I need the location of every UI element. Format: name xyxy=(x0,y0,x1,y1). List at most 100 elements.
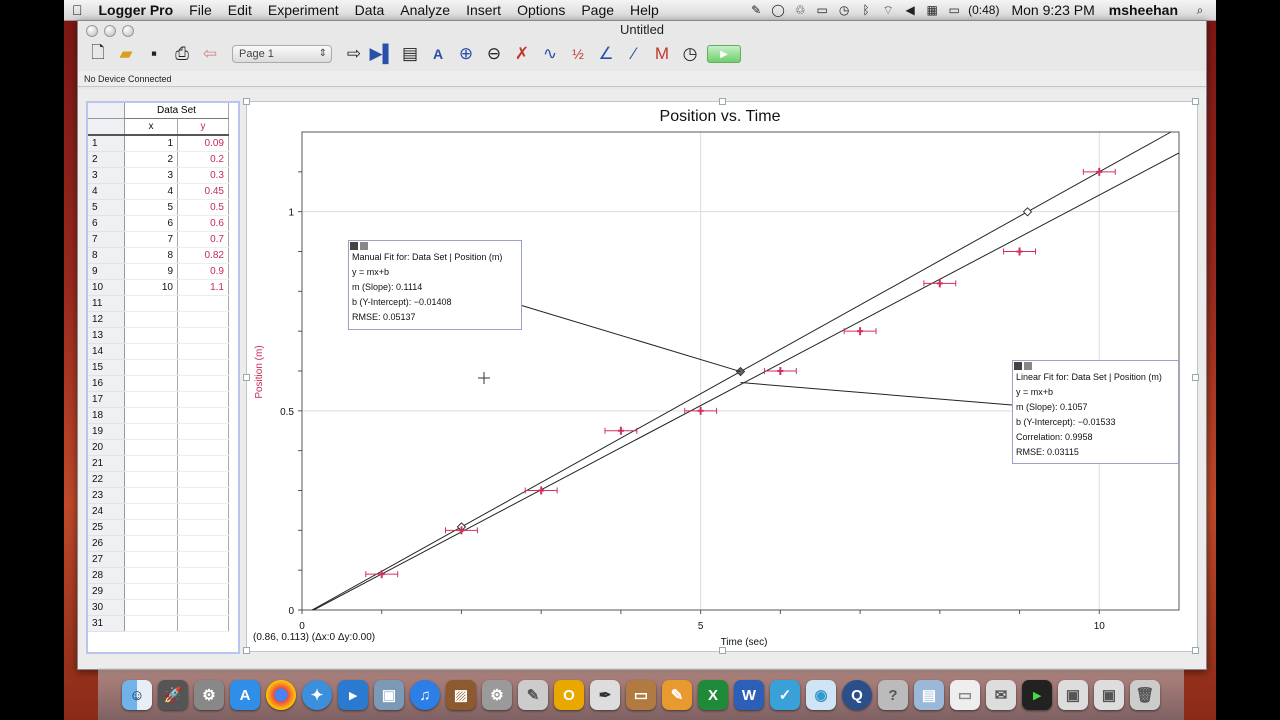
table-row[interactable]: 8 8 0.82 xyxy=(88,247,229,264)
cell-x[interactable] xyxy=(124,423,178,440)
cell-y[interactable] xyxy=(177,455,229,472)
menu-analyze[interactable]: Analyze xyxy=(392,2,458,18)
cell-y[interactable] xyxy=(177,423,229,440)
open-folder-icon[interactable]: ▰ xyxy=(115,43,137,65)
cell-x[interactable] xyxy=(124,471,178,488)
table-row[interactable]: 19 xyxy=(88,423,229,440)
cell-x[interactable]: 5 xyxy=(124,199,178,216)
menu-edit[interactable]: Edit xyxy=(220,2,260,18)
keynote-icon[interactable]: ▭ xyxy=(626,680,656,710)
graph-pane[interactable]: Position vs. Time Time (sec) Position (m… xyxy=(243,98,1199,654)
table-row[interactable]: 30 xyxy=(88,599,229,616)
cell-x[interactable] xyxy=(124,519,178,536)
menu-insert[interactable]: Insert xyxy=(458,2,509,18)
table-row[interactable]: 21 xyxy=(88,455,229,472)
cell-y[interactable]: 0.7 xyxy=(177,231,229,248)
stopwatch-icon[interactable]: ◷ xyxy=(679,43,701,65)
cell-y[interactable]: 0.82 xyxy=(177,247,229,264)
cell-x[interactable]: 6 xyxy=(124,215,178,232)
cell-x[interactable] xyxy=(124,327,178,344)
cell-y[interactable]: 0.6 xyxy=(177,215,229,232)
table-row[interactable]: 28 xyxy=(88,567,229,584)
capture-icon[interactable]: ◉ xyxy=(806,680,836,710)
next-page-icon[interactable]: ⇨ xyxy=(343,43,365,65)
preview-icon[interactable]: ▣ xyxy=(374,680,404,710)
window-thumbnail-icon[interactable]: ▣ xyxy=(1058,680,1088,710)
menu-experiment[interactable]: Experiment xyxy=(260,2,347,18)
menu-data[interactable]: Data xyxy=(347,2,393,18)
system-preferences-icon[interactable]: ⚙ xyxy=(194,680,224,710)
menu-help[interactable]: Help xyxy=(622,2,667,18)
window-thumbnail-icon[interactable]: ▣ xyxy=(1094,680,1124,710)
cell-y[interactable] xyxy=(177,567,229,584)
column-header-x[interactable]: x xyxy=(124,118,178,136)
autoscale-icon[interactable]: A xyxy=(427,43,449,65)
close-icon[interactable] xyxy=(1014,362,1022,370)
cell-x[interactable] xyxy=(124,599,178,616)
cell-x[interactable] xyxy=(124,311,178,328)
terminal-icon[interactable]: ▸ xyxy=(1022,680,1052,710)
cell-x[interactable] xyxy=(124,343,178,360)
cell-x[interactable] xyxy=(124,535,178,552)
menubar-user[interactable]: msheehan xyxy=(1109,2,1178,18)
menu-options[interactable]: Options xyxy=(509,2,573,18)
cell-x[interactable] xyxy=(124,551,178,568)
cell-y[interactable] xyxy=(177,295,229,312)
pen-icon[interactable]: ✎ xyxy=(748,3,764,17)
manual-fit-box[interactable]: Manual Fit for: Data Set | Position (m) … xyxy=(348,240,522,330)
cell-y[interactable] xyxy=(177,615,229,632)
notes-app-icon[interactable]: ✓ xyxy=(770,680,800,710)
finder-icon[interactable]: ☺ xyxy=(122,680,152,710)
table-row[interactable]: 15 xyxy=(88,359,229,376)
utilities-icon[interactable]: ⚙ xyxy=(482,680,512,710)
chat-icon[interactable]: ◯ xyxy=(770,3,786,17)
table-row[interactable]: 17 xyxy=(88,391,229,408)
table-row[interactable]: 24 xyxy=(88,503,229,520)
cell-x[interactable] xyxy=(124,503,178,520)
options-icon[interactable] xyxy=(1024,362,1032,370)
table-row[interactable]: 22 xyxy=(88,471,229,488)
cell-x[interactable] xyxy=(124,583,178,600)
cell-x[interactable]: 8 xyxy=(124,247,178,264)
cell-y[interactable] xyxy=(177,551,229,568)
time-machine-icon[interactable]: ◷ xyxy=(836,3,852,17)
cell-x[interactable] xyxy=(124,375,178,392)
cell-x[interactable]: 3 xyxy=(124,167,178,184)
linear-fit-icon[interactable]: ⁄ xyxy=(623,43,645,65)
documents-folder-icon[interactable]: ▤ xyxy=(914,680,944,710)
table-row[interactable]: 5 5 0.5 xyxy=(88,199,229,216)
cell-y[interactable] xyxy=(177,487,229,504)
table-row[interactable]: 13 xyxy=(88,327,229,344)
zoom-window-button[interactable] xyxy=(122,25,134,37)
zoom-out-icon[interactable]: ⊖ xyxy=(483,43,505,65)
cell-x[interactable] xyxy=(124,391,178,408)
zoom-in-icon[interactable]: ⊕ xyxy=(455,43,477,65)
table-row[interactable]: 11 xyxy=(88,295,229,312)
table-row[interactable]: 1 1 0.09 xyxy=(88,135,229,152)
cell-y[interactable] xyxy=(177,583,229,600)
script-editor-icon[interactable]: ✎ xyxy=(518,680,548,710)
table-row[interactable]: 18 xyxy=(88,407,229,424)
linear-fit-box[interactable]: Linear Fit for: Data Set | Position (m) … xyxy=(1012,360,1179,464)
cell-y[interactable]: 0.9 xyxy=(177,263,229,280)
cell-y[interactable] xyxy=(177,503,229,520)
word-icon[interactable]: W xyxy=(734,680,764,710)
table-row[interactable]: 12 xyxy=(88,311,229,328)
safari-icon[interactable]: ✦ xyxy=(302,680,332,710)
dataset-header[interactable]: Data Set xyxy=(124,103,229,119)
cell-x[interactable] xyxy=(124,487,178,504)
battery-icon[interactable]: ▭ xyxy=(946,3,962,17)
launchpad-icon[interactable]: 🚀 xyxy=(158,680,188,710)
mail-icon[interactable]: ✉ xyxy=(986,680,1016,710)
cell-y[interactable] xyxy=(177,519,229,536)
print-icon[interactable]: ⎙ xyxy=(171,43,193,65)
cell-x[interactable] xyxy=(124,295,178,312)
volume-icon[interactable]: ◀ xyxy=(902,3,918,17)
column-header-y[interactable]: y xyxy=(177,118,229,136)
cell-x[interactable] xyxy=(124,455,178,472)
cell-x[interactable] xyxy=(124,407,178,424)
table-row[interactable]: 7 7 0.7 xyxy=(88,231,229,248)
save-icon[interactable]: ▪ xyxy=(143,43,165,65)
table-row[interactable]: 14 xyxy=(88,343,229,360)
previous-page-icon[interactable]: ⇦ xyxy=(199,43,221,65)
